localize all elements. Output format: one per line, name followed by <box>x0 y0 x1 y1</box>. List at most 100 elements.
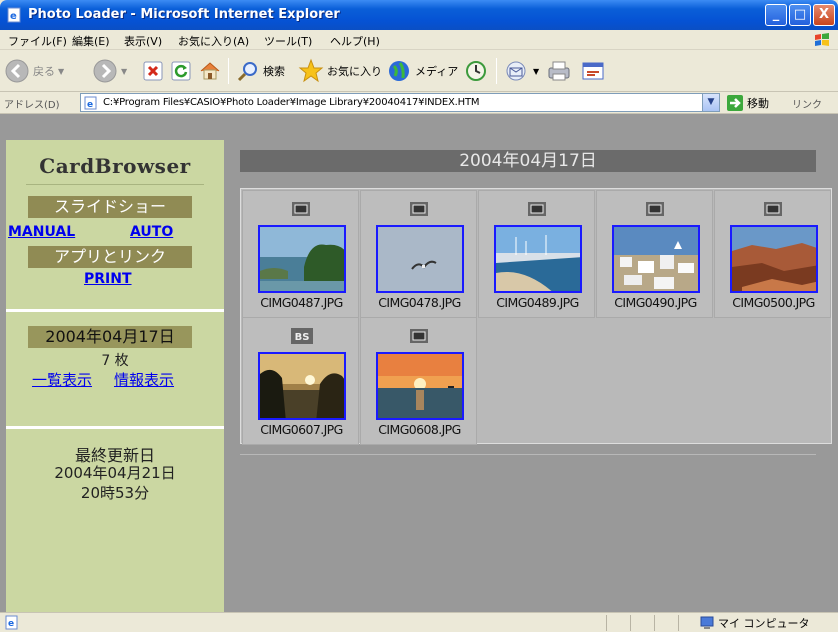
media-button[interactable]: メディア <box>386 56 458 86</box>
photo-filename: CIMG0490.JPG <box>614 295 697 310</box>
photo-cell[interactable]: CIMG0500.JPG <box>714 190 831 318</box>
windows-flag-icon <box>815 33 829 46</box>
content-divider <box>240 454 816 455</box>
refresh-button[interactable] <box>170 56 192 86</box>
address-dropdown-icon[interactable]: ▼ <box>702 94 719 111</box>
go-label: 移動 <box>747 97 769 110</box>
photo-thumbnail[interactable] <box>258 352 346 420</box>
photo-cell[interactable]: CIMG0608.JPG <box>360 317 477 445</box>
photo-cell[interactable]: BS CIMG0607.JPG <box>242 317 359 445</box>
photo-cell[interactable]: CIMG0490.JPG <box>596 190 713 318</box>
title-bar[interactable]: e Photo Loader - Microsoft Internet Expl… <box>0 0 838 30</box>
photo-filename: CIMG0478.JPG <box>378 295 461 310</box>
photo-filename: CIMG0489.JPG <box>496 295 579 310</box>
back-arrow-icon <box>5 59 29 83</box>
svg-text:e: e <box>10 11 17 22</box>
bs-badge-icon: BS <box>291 328 313 344</box>
photo-type-icon <box>527 201 547 217</box>
favorites-label: お気に入り <box>327 65 382 78</box>
mail-icon <box>506 61 526 81</box>
photo-image <box>378 227 462 291</box>
photo-thumbnail[interactable] <box>612 225 700 293</box>
app-link-label: アプリとリンク <box>28 246 192 268</box>
info-view-link[interactable]: 情報表示 <box>114 369 174 390</box>
forward-button[interactable]: ▼ <box>92 56 127 86</box>
status-segment <box>654 615 655 631</box>
menu-edit[interactable]: 編集(E) <box>72 33 110 49</box>
mail-button[interactable]: ▼ <box>504 56 539 86</box>
forward-arrow-icon <box>93 59 117 83</box>
ie-page-icon: e <box>7 7 21 23</box>
maximize-button[interactable]: □ <box>789 4 811 26</box>
photo-filename: CIMG0500.JPG <box>732 295 815 310</box>
back-label: 戻る <box>33 65 55 78</box>
star-icon <box>298 58 324 83</box>
home-button[interactable] <box>198 56 222 86</box>
close-button[interactable]: X <box>813 4 835 26</box>
photo-image <box>496 227 580 291</box>
auto-link[interactable]: AUTO <box>130 224 173 240</box>
photo-image <box>260 227 344 291</box>
last-updated-date: 2004年04月21日 <box>54 464 176 482</box>
list-view-link[interactable]: 一覧表示 <box>32 369 92 390</box>
search-button[interactable]: 検索 <box>236 56 285 86</box>
menu-favorites[interactable]: お気に入り(A) <box>178 33 249 49</box>
print-link[interactable]: PRINT <box>84 271 132 287</box>
photo-thumbnail[interactable] <box>494 225 582 293</box>
status-segment <box>606 615 607 631</box>
edit-page-icon <box>582 62 604 80</box>
menu-help[interactable]: ヘルプ(H) <box>330 33 380 49</box>
status-page-icon: e <box>5 615 18 630</box>
date-label: 2004年04月17日 <box>28 326 192 348</box>
last-updated-time: 20時53分 <box>80 484 150 502</box>
photo-count: 7 枚 <box>101 353 129 369</box>
photo-cell[interactable]: CIMG0487.JPG <box>242 190 359 318</box>
edit-button[interactable] <box>580 56 606 86</box>
address-bar: アドレス(D) e C:¥Program Files¥CASIO¥Photo L… <box>0 92 838 114</box>
toolbar: 戻る ▼ ▼ 検索 お気に入り メディア ▼ <box>0 50 838 92</box>
photo-type-icon <box>409 328 429 344</box>
photo-thumbnail[interactable] <box>730 225 818 293</box>
address-label: アドレス(D) <box>4 100 60 111</box>
toolbar-separator <box>496 58 497 84</box>
photo-cell[interactable]: CIMG0489.JPG <box>478 190 595 318</box>
page-content: CardBrowser スライドショー MANUAL AUTO アプリとリンク … <box>0 114 838 612</box>
status-bar: e マイ コンピュータ <box>0 612 838 632</box>
go-button[interactable]: 移動 <box>726 94 769 112</box>
address-url: C:¥Program Files¥CASIO¥Photo Loader¥Imag… <box>103 97 480 108</box>
photo-thumbnail[interactable] <box>376 225 464 293</box>
media-label: メディア <box>415 65 459 78</box>
window-title: Photo Loader - Microsoft Internet Explor… <box>28 7 340 22</box>
minimize-button[interactable]: _ <box>765 4 787 26</box>
security-zone-label: マイ コンピュータ <box>718 617 810 630</box>
photo-type-icon <box>409 201 429 217</box>
slideshow-label: スライドショー <box>28 196 192 218</box>
forward-dropdown-icon[interactable]: ▼ <box>121 67 127 76</box>
print-button[interactable] <box>546 56 572 86</box>
back-dropdown-icon[interactable]: ▼ <box>58 67 64 76</box>
date-header: 2004年04月17日 <box>240 150 816 172</box>
ie-window: e Photo Loader - Microsoft Internet Expl… <box>0 0 838 632</box>
back-button[interactable]: 戻る ▼ <box>4 56 64 86</box>
page-icon: e <box>84 96 97 110</box>
favorites-button[interactable]: お気に入り <box>298 56 382 86</box>
search-label: 検索 <box>263 65 285 78</box>
history-button[interactable] <box>464 56 488 86</box>
photo-image <box>732 227 816 291</box>
brand-title: CardBrowser <box>39 154 191 178</box>
status-segment <box>678 615 679 631</box>
photo-filename: CIMG0607.JPG <box>260 422 343 437</box>
mail-dropdown-icon[interactable]: ▼ <box>533 67 539 76</box>
menu-file[interactable]: ファイル(F) <box>8 33 67 49</box>
thumbnail-grid: CIMG0487.JPG CIMG0478.JPG CIMG0489.JPG CIMG… <box>240 188 832 445</box>
photo-cell[interactable]: CIMG0478.JPG <box>360 190 477 318</box>
computer-icon <box>700 616 714 629</box>
menu-tools[interactable]: ツール(T) <box>264 33 312 49</box>
photo-thumbnail[interactable] <box>258 225 346 293</box>
menu-view[interactable]: 表示(V) <box>124 33 162 49</box>
stop-button[interactable] <box>142 56 164 86</box>
photo-thumbnail[interactable] <box>376 352 464 420</box>
manual-link[interactable]: MANUAL <box>8 224 75 240</box>
links-label[interactable]: リンク <box>792 96 822 111</box>
address-input[interactable]: e C:¥Program Files¥CASIO¥Photo Loader¥Im… <box>80 93 720 112</box>
